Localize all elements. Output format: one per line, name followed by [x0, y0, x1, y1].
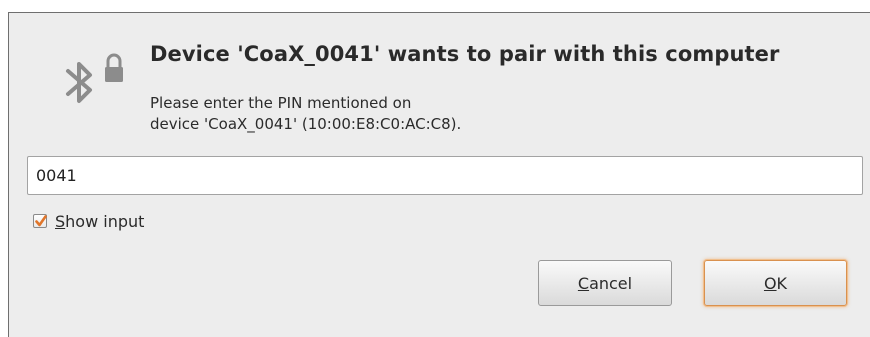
show-input-label[interactable]: Show input: [55, 212, 144, 231]
ok-button[interactable]: OK: [704, 260, 847, 306]
bluetooth-lock-icon: [63, 51, 129, 117]
pairing-dialog: Device 'CoaX_0041' wants to pair with th…: [8, 12, 870, 337]
dialog-title: Device 'CoaX_0041' wants to pair with th…: [150, 42, 780, 66]
pin-input[interactable]: [27, 156, 863, 195]
dialog-message: Please enter the PIN mentioned on device…: [150, 93, 461, 135]
message-line-2: device 'CoaX_0041' (10:00:E8:C0:AC:C8).: [150, 115, 462, 133]
checkmark-icon: [35, 215, 47, 227]
cancel-button[interactable]: Cancel: [538, 260, 672, 306]
message-line-1: Please enter the PIN mentioned on: [150, 94, 412, 112]
show-input-checkbox-row[interactable]: Show input: [33, 211, 144, 231]
ok-button-label: OK: [763, 273, 788, 293]
cancel-button-label: Cancel: [577, 273, 633, 293]
show-input-checkbox[interactable]: [33, 214, 47, 228]
